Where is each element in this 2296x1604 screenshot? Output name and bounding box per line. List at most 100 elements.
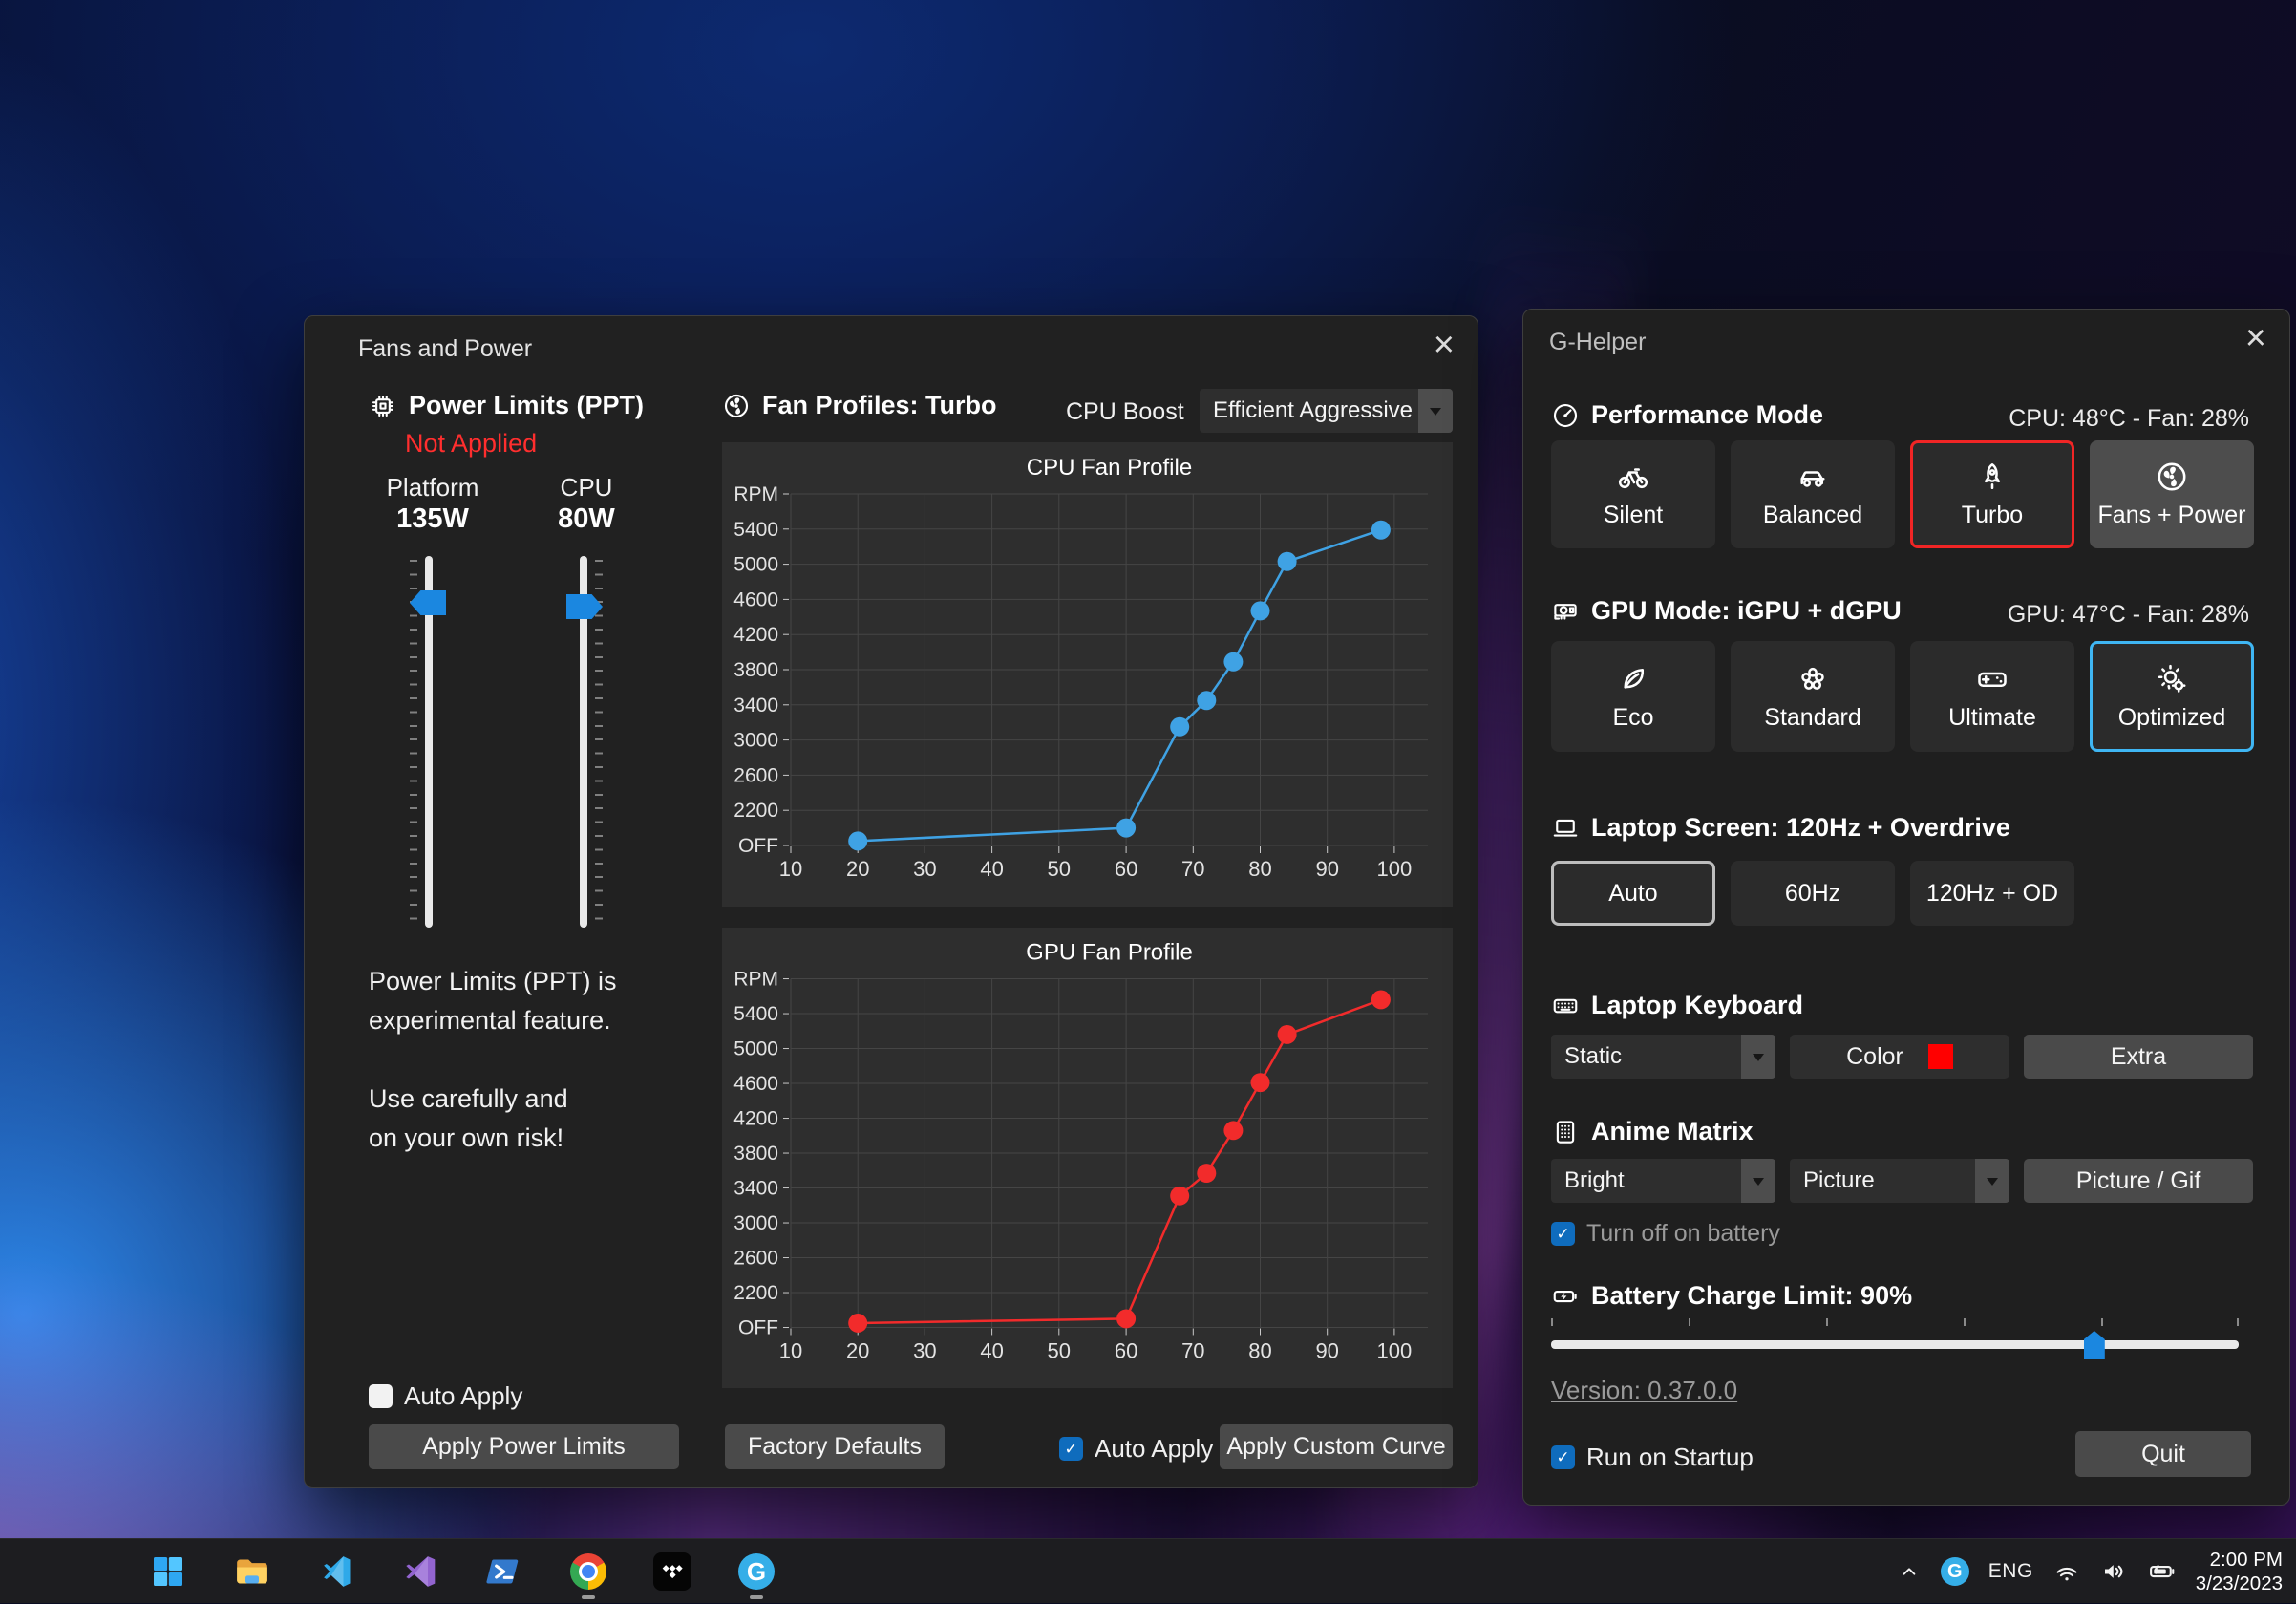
matrix-brightness-dropdown[interactable]: Bright: [1551, 1159, 1775, 1203]
powershell-button[interactable]: [485, 1552, 523, 1591]
close-icon[interactable]: ×: [1434, 326, 1455, 364]
svg-text:90: 90: [1315, 1338, 1338, 1362]
platform-watts-slider[interactable]: [410, 556, 448, 928]
perf-mode-silent-button[interactable]: Silent: [1551, 440, 1715, 548]
gpu-mode-heading: GPU Mode: iGPU + dGPU: [1551, 596, 1902, 626]
leaf-icon: [1616, 662, 1650, 696]
cpu-boost-label: CPU Boost: [1066, 398, 1184, 426]
g-helper-taskbar-button[interactable]: G: [737, 1552, 776, 1591]
turn-off-on-battery-label: Turn off on battery: [1586, 1220, 1780, 1248]
run-on-startup-checkbox[interactable]: ✓: [1551, 1445, 1575, 1469]
slider-ticks: [410, 560, 417, 928]
quit-button[interactable]: Quit: [2075, 1431, 2251, 1477]
tidal-button[interactable]: [653, 1552, 691, 1591]
svg-text:3800: 3800: [733, 1143, 778, 1165]
file-explorer-button[interactable]: [233, 1552, 271, 1591]
svg-text:20: 20: [846, 857, 869, 881]
battery-limit-slider[interactable]: [1551, 1318, 2239, 1372]
battery-limit-heading: Battery Charge Limit: 90%: [1551, 1281, 1912, 1311]
screen-auto-button[interactable]: Auto: [1551, 861, 1715, 926]
svg-text:2200: 2200: [733, 800, 778, 822]
chrome-icon: [570, 1553, 606, 1590]
vs-code-button[interactable]: [317, 1552, 355, 1591]
taskbar-apps: G: [149, 1539, 776, 1604]
cpu-fan-profile-chart[interactable]: RPM540050004600420038003400300026002200O…: [722, 442, 1453, 907]
gpu-fan-profile-chart[interactable]: RPM540050004600420038003400300026002200O…: [722, 928, 1453, 1388]
cpu-boost-dropdown[interactable]: Efficient Aggressive: [1200, 389, 1453, 433]
svg-text:OFF: OFF: [738, 835, 778, 857]
svg-text:OFF: OFF: [738, 1317, 778, 1339]
gpu-temp-status: GPU: 47°C - Fan: 28%: [2008, 601, 2249, 629]
svg-text:100: 100: [1377, 1338, 1413, 1362]
battery-icon[interactable]: [2148, 1557, 2177, 1586]
anime-matrix-heading: Anime Matrix: [1551, 1117, 1754, 1146]
version-link[interactable]: Version: 0.37.0.0: [1551, 1376, 1737, 1405]
cpu-temp-status: CPU: 48°C - Fan: 28%: [2009, 405, 2249, 433]
svg-text:2200: 2200: [733, 1282, 778, 1304]
gpu-mode-optimized-button[interactable]: Optimized: [2090, 641, 2254, 752]
chrome-button[interactable]: [569, 1552, 607, 1591]
close-icon[interactable]: ×: [2245, 319, 2266, 357]
svg-text:100: 100: [1377, 857, 1413, 881]
perf-mode-balanced-button[interactable]: Balanced: [1731, 440, 1895, 548]
battery-bolt-icon: [1551, 1282, 1580, 1311]
svg-text:40: 40: [980, 1338, 1003, 1362]
chevron-up-icon[interactable]: [1897, 1559, 1922, 1584]
tidal-icon: [653, 1552, 691, 1591]
battery-slider-track[interactable]: [1551, 1340, 2239, 1349]
gamepad-icon: [1975, 662, 2009, 696]
screen-60hz-button[interactable]: 60Hz: [1731, 861, 1895, 926]
factory-defaults-button[interactable]: Factory Defaults: [725, 1424, 945, 1469]
check-icon: ✓: [1556, 1225, 1569, 1244]
svg-text:3400: 3400: [733, 1178, 778, 1200]
gpu-mode-standard-button[interactable]: Standard: [1731, 641, 1895, 752]
chevron-down-icon[interactable]: [1975, 1159, 2009, 1203]
vs-code-icon: [317, 1552, 355, 1591]
turn-off-on-battery-checkbox[interactable]: ✓: [1551, 1222, 1575, 1246]
chevron-down-icon[interactable]: [1741, 1159, 1775, 1203]
matrix-content-value: Picture: [1790, 1167, 1875, 1194]
car-icon: [1796, 460, 1830, 494]
apply-custom-curve-button[interactable]: Apply Custom Curve: [1220, 1424, 1453, 1469]
chevron-down-icon[interactable]: [1418, 389, 1453, 433]
svg-text:5400: 5400: [733, 519, 778, 541]
visual-studio-button[interactable]: [401, 1552, 439, 1591]
screen-120hz-od-button[interactable]: 120Hz + OD: [1910, 861, 2074, 926]
clock[interactable]: 2:00 PM 3/23/2023: [2196, 1548, 2283, 1595]
svg-text:70: 70: [1181, 1338, 1204, 1362]
power-auto-apply-label: Auto Apply: [404, 1381, 522, 1411]
power-auto-apply-row: Auto Apply: [369, 1381, 522, 1411]
fan-profiles-title: Fan Profiles: Turbo: [762, 391, 997, 420]
windows-logo-icon: [149, 1552, 187, 1591]
start-button[interactable]: [149, 1552, 187, 1591]
svg-text:2600: 2600: [733, 1248, 778, 1270]
perf-mode-turbo-button[interactable]: Turbo: [1910, 440, 2074, 548]
cpu-watts-slider[interactable]: [564, 556, 603, 928]
wifi-icon[interactable]: [2052, 1557, 2081, 1586]
g-helper-tray-icon[interactable]: G: [1941, 1557, 1969, 1586]
keyboard-color-button[interactable]: Color: [1790, 1035, 2009, 1079]
gpu-mode-ultimate-button[interactable]: Ultimate: [1910, 641, 2074, 752]
cpu-watts-label: CPU: [515, 473, 658, 503]
chevron-down-icon[interactable]: [1741, 1035, 1775, 1079]
check-icon: ✓: [1064, 1440, 1077, 1459]
svg-text:4600: 4600: [733, 588, 778, 610]
power-auto-apply-checkbox[interactable]: [369, 1384, 393, 1408]
keyboard-mode-dropdown[interactable]: Static: [1551, 1035, 1775, 1079]
tray-date: 3/23/2023: [2196, 1572, 2283, 1595]
language-indicator[interactable]: ENG: [1988, 1560, 2033, 1583]
svg-text:90: 90: [1315, 857, 1338, 881]
svg-text:20: 20: [846, 1338, 869, 1362]
fans-power-button[interactable]: Fans + Power: [2090, 440, 2254, 548]
gpu-mode-eco-button[interactable]: Eco: [1551, 641, 1715, 752]
speaker-icon[interactable]: [2100, 1557, 2129, 1586]
matrix-content-dropdown[interactable]: Picture: [1790, 1159, 2009, 1203]
taskbar: G G ENG 2:00 PM 3/23/2023: [0, 1538, 2296, 1603]
battery-slider-thumb[interactable]: [2084, 1331, 2105, 1359]
apply-power-limits-button[interactable]: Apply Power Limits: [369, 1424, 679, 1469]
keyboard-extra-button[interactable]: Extra: [2024, 1035, 2253, 1079]
svg-text:80: 80: [1248, 857, 1271, 881]
curve-auto-apply-checkbox[interactable]: ✓: [1059, 1437, 1083, 1461]
picture-gif-button[interactable]: Picture / Gif: [2024, 1159, 2253, 1203]
run-on-startup-label: Run on Startup: [1586, 1443, 1754, 1472]
